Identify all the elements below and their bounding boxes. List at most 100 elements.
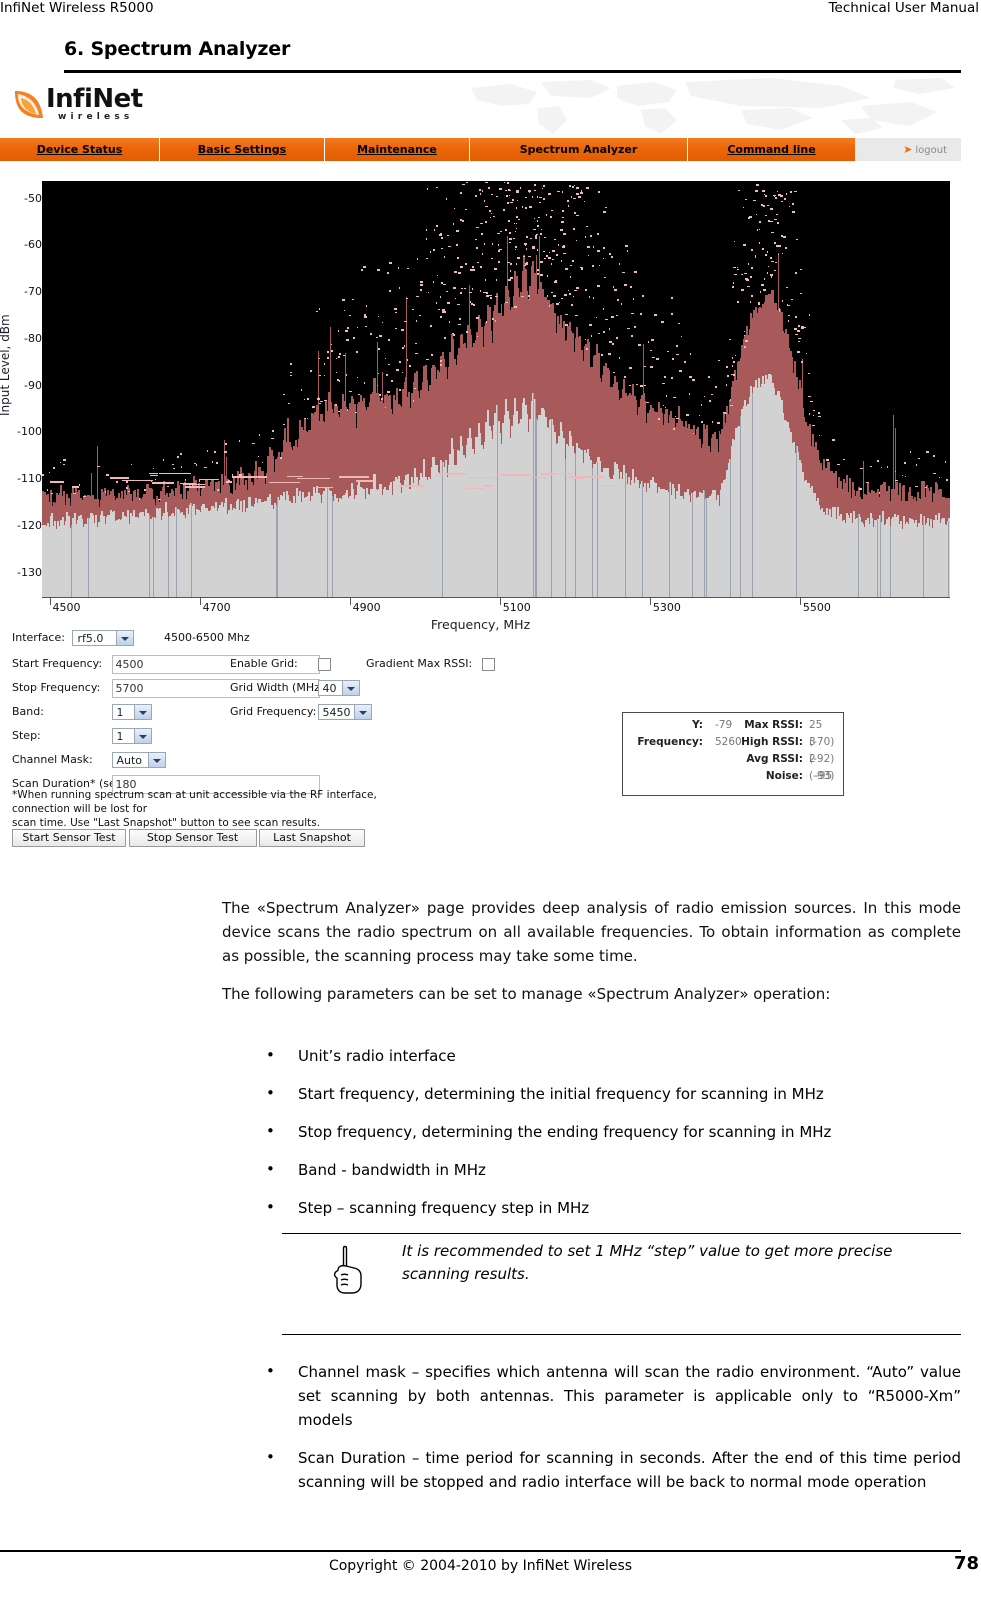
chart-peak-sample <box>640 313 642 315</box>
chart-peak-sample <box>425 229 428 231</box>
chart-peak-sample <box>473 304 475 306</box>
gradient-max-rssi-row: Gradient Max RSSI: <box>366 654 495 674</box>
chart-peak-sample <box>637 344 641 346</box>
enable-grid-checkbox[interactable] <box>317 657 331 671</box>
interface-select[interactable]: rf5.0 <box>72 630 135 646</box>
chart-peak-sample <box>152 467 155 470</box>
chart-peak-sample <box>484 181 488 184</box>
chart-peak-sample <box>781 300 784 302</box>
stop-frequency-label: Stop Frequency: <box>12 681 101 694</box>
chart-peak-sample <box>732 286 734 288</box>
chart-peak-streak <box>184 486 205 488</box>
chart-peak-sample <box>537 269 539 271</box>
chart-peak-sample <box>59 461 62 464</box>
chart-peak-sample <box>788 205 791 208</box>
chart-peak-sample <box>452 223 455 225</box>
chart-peak-sample <box>376 384 379 387</box>
chart-peak-sample <box>629 384 631 387</box>
nav-tab-spectrum-analyzer[interactable]: Spectrum Analyzer <box>470 138 688 161</box>
chart-peak-sample <box>116 481 118 483</box>
chart-peak-sample <box>494 320 497 322</box>
chart-peak-sample <box>754 255 757 258</box>
chart-peak-sample <box>755 190 759 192</box>
rssi-row: Avg RSSI: 2 (-93) <box>623 751 843 782</box>
chart-peak-sample <box>290 374 292 377</box>
last-snapshot-button[interactable]: Last Snapshot <box>259 829 365 847</box>
chart-peak-sample <box>427 291 430 294</box>
chart-peak-sample <box>493 215 495 218</box>
rssi-high-label: High RSSI: <box>741 736 803 748</box>
chart-peak-sample <box>535 235 537 237</box>
nav-tab-command-line[interactable]: Command line <box>688 138 855 161</box>
chart-peak-sample <box>731 365 734 367</box>
chart-peak-sample <box>539 201 541 204</box>
chart-peak-sample <box>737 301 740 303</box>
chart-peak-sample <box>460 292 462 294</box>
chart-peak-sample <box>446 290 449 293</box>
chart-peak-sample <box>808 413 811 415</box>
logout-link[interactable]: ➤ logout <box>855 138 961 161</box>
chart-peak-sample <box>482 291 486 294</box>
chart-peak-sample <box>636 383 638 386</box>
chart-peak-sample <box>877 460 879 462</box>
step-select[interactable]: 1 <box>111 728 152 744</box>
chart-peak-sample <box>453 207 456 210</box>
chart-peak-sample <box>711 421 714 423</box>
chart-peak-sample <box>665 395 668 397</box>
start-sensor-test-button[interactable]: Start Sensor Test <box>12 829 126 847</box>
chart-peak-sample <box>491 257 494 260</box>
chart-peak-sample <box>759 290 762 293</box>
grid-frequency-select-value: 5450 <box>322 706 351 719</box>
chart-peak-sample <box>915 464 918 466</box>
chart-peak-sample <box>534 189 536 192</box>
chart-peak-sample <box>524 264 526 267</box>
stop-sensor-test-button[interactable]: Stop Sensor Test <box>128 829 257 847</box>
list-item: Start frequency, determining the initial… <box>222 1081 961 1106</box>
chart-peak-sample <box>460 192 463 194</box>
chart-peak-sample <box>524 243 528 246</box>
chart-peak-sample <box>508 219 510 222</box>
chart-peak-sample <box>708 376 710 378</box>
chart-peak-sample <box>395 369 399 371</box>
chart-peak-sample <box>551 250 555 252</box>
chart-peak-sample <box>701 420 703 423</box>
gradient-max-rssi-checkbox[interactable] <box>481 657 495 671</box>
channel-mask-select[interactable]: Auto <box>111 752 166 768</box>
chart-peak-sample <box>483 243 486 245</box>
chevron-down-icon <box>147 753 165 767</box>
chart-peak-sample <box>723 411 727 414</box>
action-buttons: Start Sensor Test Stop Sensor Test Last … <box>12 829 365 847</box>
rssi-y-label: Y: <box>692 719 703 731</box>
chart-peak-sample <box>664 406 667 409</box>
grid-frequency-select[interactable]: 5450 <box>317 704 372 720</box>
band-select[interactable]: 1 <box>111 704 152 720</box>
chart-peak-streak <box>304 477 330 480</box>
chart-peak-sample <box>447 302 451 304</box>
nav-tab-device-status[interactable]: Device Status <box>0 138 160 161</box>
grid-width-select[interactable]: 40 <box>317 680 360 696</box>
chart-peak-sample <box>778 308 781 310</box>
chart-peak-sample <box>536 248 539 251</box>
chart-peak-sample <box>357 393 360 396</box>
chart-peak-sample <box>223 450 227 453</box>
chart-bar <box>890 526 892 597</box>
chart-peak-sample <box>672 396 676 399</box>
nav-tab-basic-settings[interactable]: Basic Settings <box>160 138 325 161</box>
chart-peak-sample <box>738 189 740 192</box>
chart-peak-streak <box>467 476 494 479</box>
chart-peak-sample <box>515 245 517 248</box>
chart-peak-streak <box>158 472 192 474</box>
chart-peak-sample <box>692 379 696 382</box>
chart-peak-sample <box>453 334 455 336</box>
chart-peak-sample <box>613 371 615 374</box>
chart-peak-sample <box>653 314 657 316</box>
nav-tab-maintenance[interactable]: Maintenance <box>325 138 470 161</box>
chart-peak-sample <box>578 196 582 198</box>
chart-peak-sample <box>617 298 619 301</box>
chevron-down-icon <box>116 631 134 645</box>
enable-grid-row: Enable Grid: <box>230 654 331 674</box>
chart-peak-sample <box>527 255 531 258</box>
chart-peak-sample <box>639 384 643 387</box>
chart-peak-sample <box>650 366 654 368</box>
chart-peak-sample <box>567 289 570 292</box>
